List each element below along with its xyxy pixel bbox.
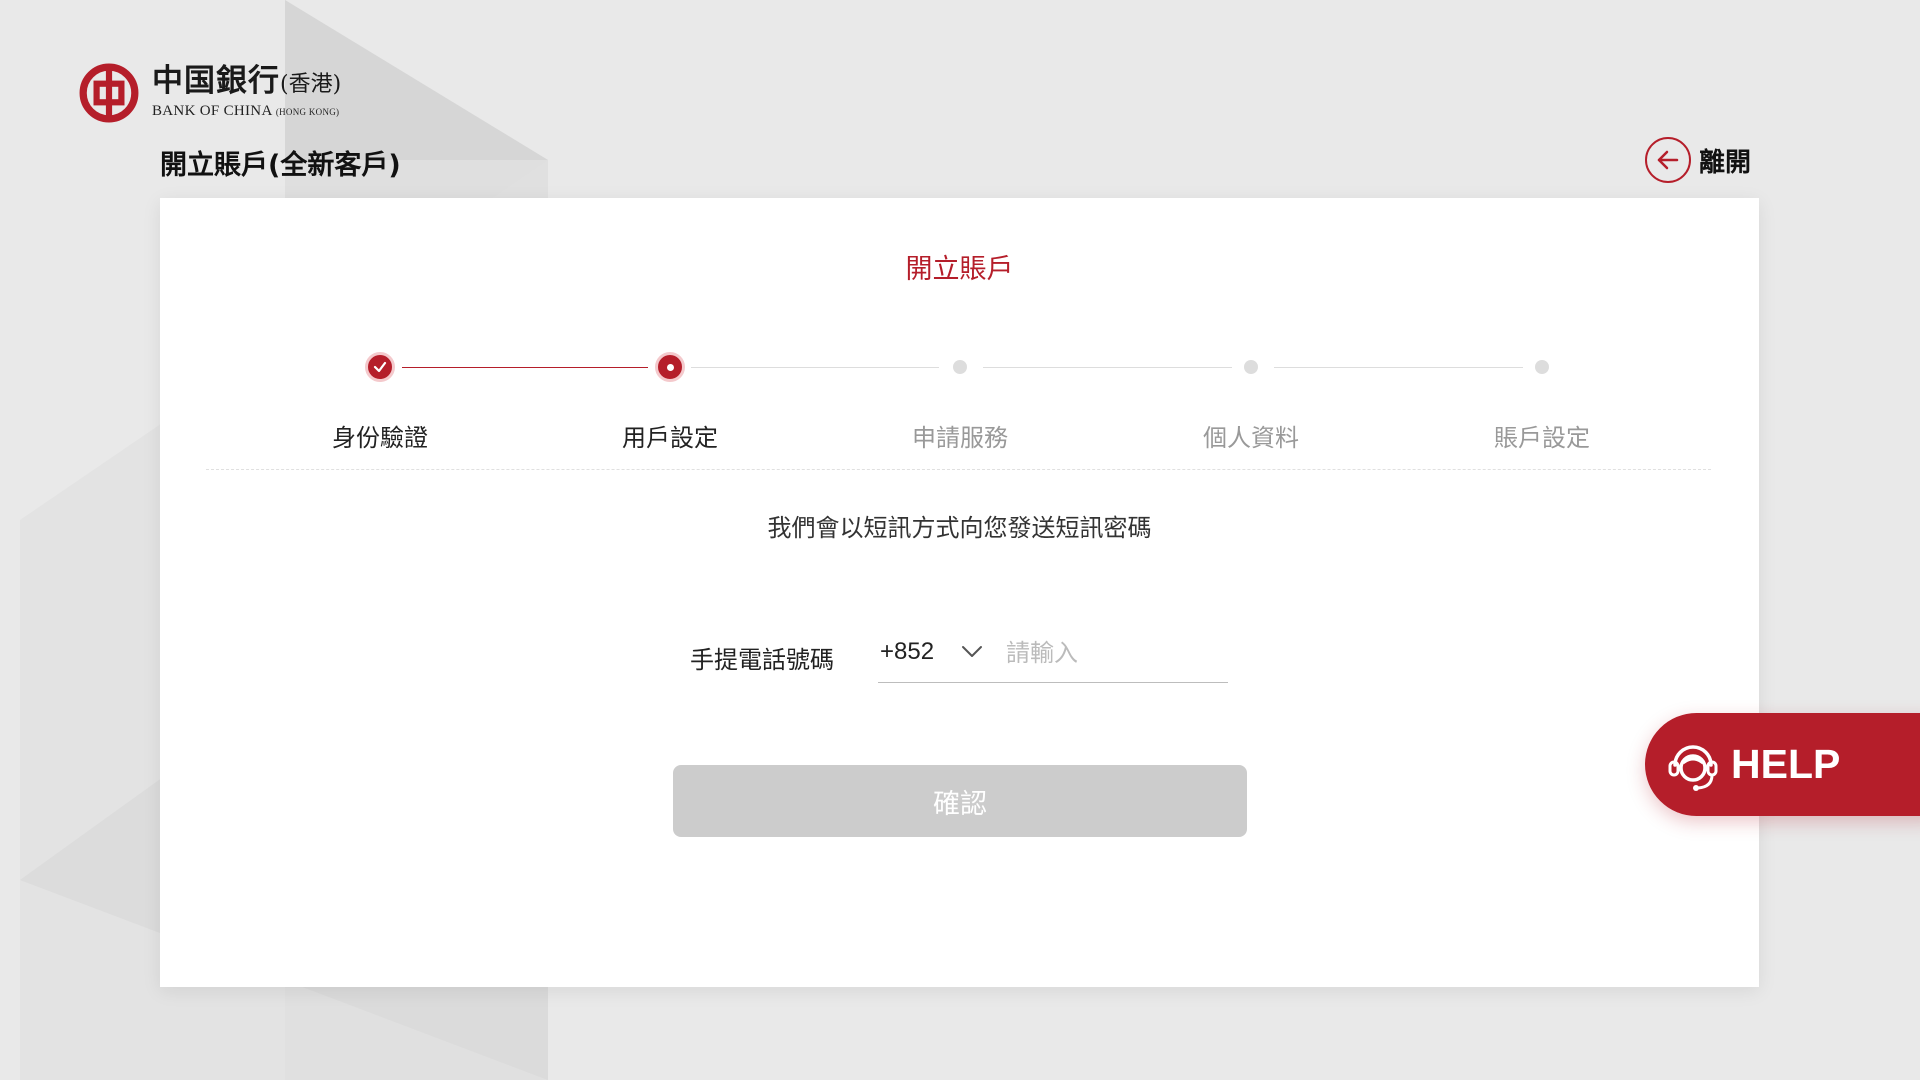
help-button[interactable]: HELP (1645, 713, 1920, 816)
chevron-down-icon[interactable] (960, 640, 984, 664)
step-label-1: 身份驗證 (332, 424, 428, 452)
step-2-current-icon (655, 352, 685, 382)
exit-button[interactable]: 離開 (1645, 137, 1751, 183)
country-code-select[interactable]: +852 (880, 638, 934, 666)
bank-chinese-name: 中国銀行 (152, 63, 280, 99)
form-title: 開立賬戶 (905, 254, 1014, 285)
phone-number-label: 手提電話號碼 (690, 646, 834, 674)
step-4-pending-icon (1244, 360, 1258, 374)
divider (206, 469, 1711, 470)
page-title: 開立賬戶(全新客戶) (160, 150, 401, 181)
bank-chinese-suffix: (香港) (280, 72, 342, 97)
step-label-3: 申請服務 (912, 424, 1008, 452)
step-1-completed-checkmark-icon (365, 352, 395, 382)
arrow-left-icon (1645, 137, 1691, 183)
help-label: HELP (1731, 741, 1841, 787)
step-connector-4 (1274, 367, 1523, 368)
step-5-pending-icon (1535, 360, 1549, 374)
step-3-pending-icon (953, 360, 967, 374)
step-connector-2 (691, 367, 939, 368)
headset-agent-icon (1668, 744, 1718, 791)
phone-number-field: +852 (878, 626, 1228, 683)
bank-name: 中国銀行(香港) BANK OF CHINA (HONG KONG) (152, 66, 341, 120)
exit-label: 離開 (1699, 147, 1752, 178)
step-connector-3 (983, 367, 1232, 368)
step-connector-1 (402, 367, 648, 368)
step-label-5: 賬戶設定 (1494, 424, 1590, 452)
account-opening-card: 開立賬戶 身份驗證 用戶設定 申請服務 個人資料 賬戶設定 我們會以短訊方式向您… (160, 198, 1759, 987)
bank-english-name: BANK OF CHINA (152, 103, 272, 119)
sms-info-text: 我們會以短訊方式向您發送短訊密碼 (767, 514, 1152, 542)
bank-english-suffix: (HONG KONG) (275, 107, 340, 117)
bank-logo: 中国銀行(香港) BANK OF CHINA (HONG KONG) (78, 62, 341, 124)
confirm-button[interactable]: 確認 (673, 765, 1247, 837)
step-label-2: 用戶設定 (622, 424, 718, 452)
phone-number-input[interactable] (1004, 632, 1228, 674)
step-label-4: 個人資料 (1203, 424, 1299, 452)
bank-of-china-emblem-icon (79, 63, 139, 123)
